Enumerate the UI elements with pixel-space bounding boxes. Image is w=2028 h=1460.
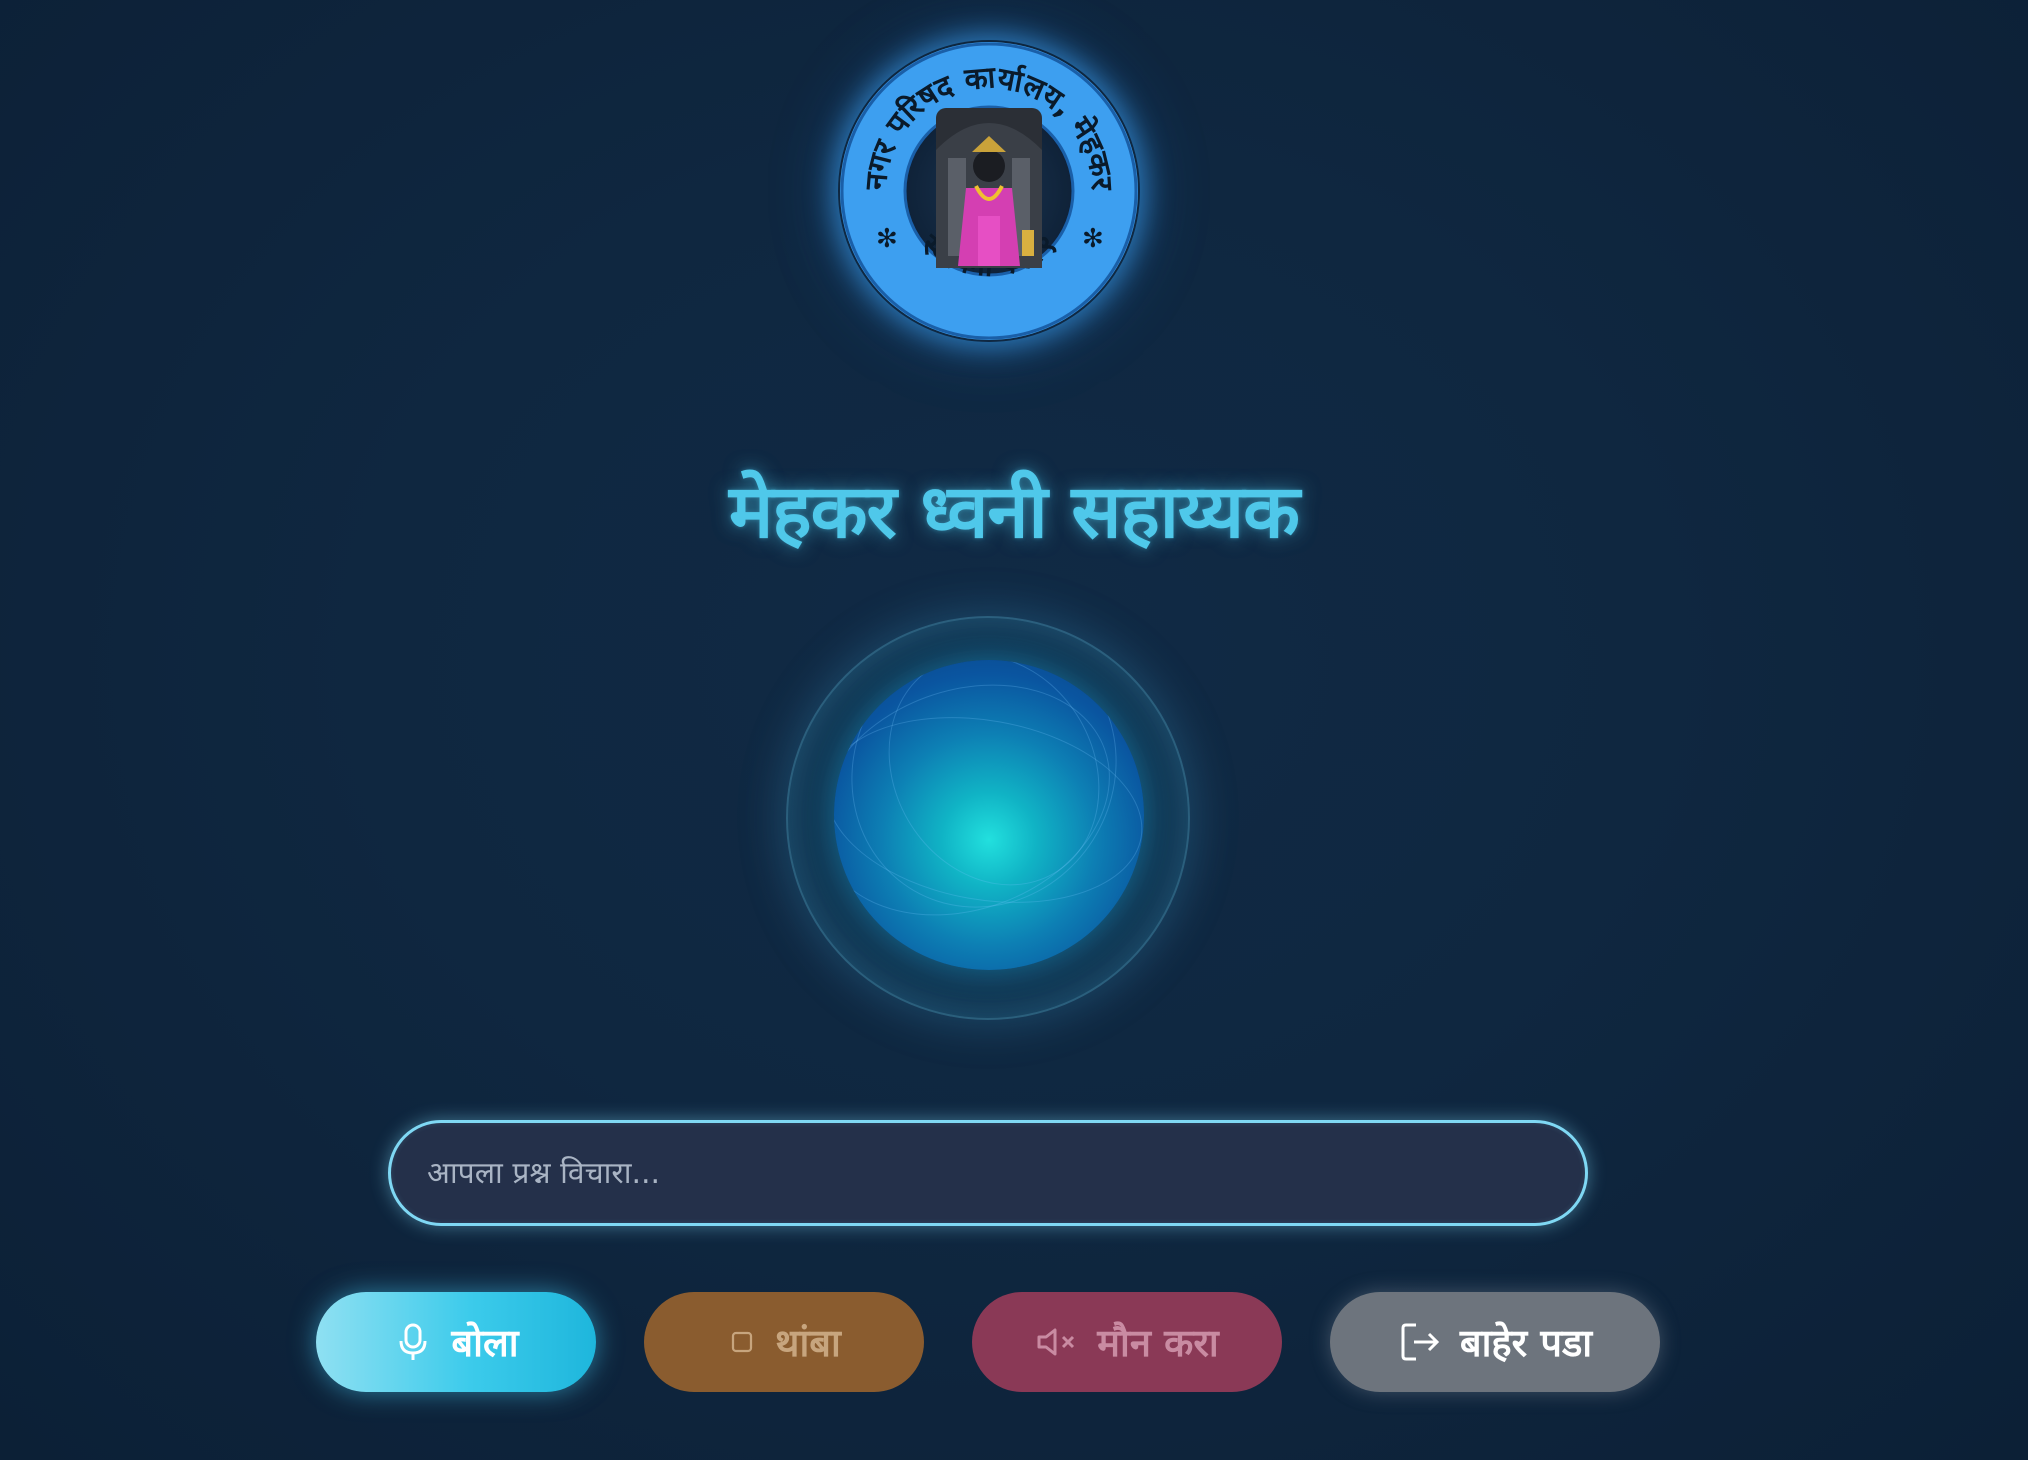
exit-button[interactable]: बाहेर पडा (1330, 1292, 1660, 1392)
microphone-icon (399, 1323, 427, 1360)
square-stop-icon (732, 1331, 753, 1353)
speaker-mute-icon (1037, 1328, 1075, 1356)
deity-image (936, 108, 1042, 268)
exit-button-label: बाहेर पडा (1459, 1321, 1593, 1365)
speak-button-label: बोला (451, 1321, 519, 1365)
stop-button-label: थांबा (775, 1321, 841, 1365)
mute-button-label: मौन करा (1097, 1321, 1219, 1365)
page-title: मेहकर ध्वनी सहाय्यक (729, 469, 1300, 555)
mute-button[interactable]: मौन करा (972, 1292, 1282, 1392)
stop-button[interactable]: थांबा (644, 1292, 924, 1392)
speak-button[interactable]: बोला (316, 1292, 596, 1392)
municipal-council-logo: नगर परिषद कार्यालय, मेहकर स्थापना १९२९ ✻… (838, 40, 1140, 342)
logo-emblem: नगर परिषद कार्यालय, मेहकर स्थापना १९२९ ✻… (840, 42, 1138, 340)
voice-orb[interactable] (834, 660, 1144, 970)
svg-text:✻: ✻ (876, 224, 898, 254)
logout-icon (1401, 1323, 1439, 1361)
svg-text:✻: ✻ (1082, 224, 1104, 254)
question-input[interactable] (388, 1120, 1588, 1226)
